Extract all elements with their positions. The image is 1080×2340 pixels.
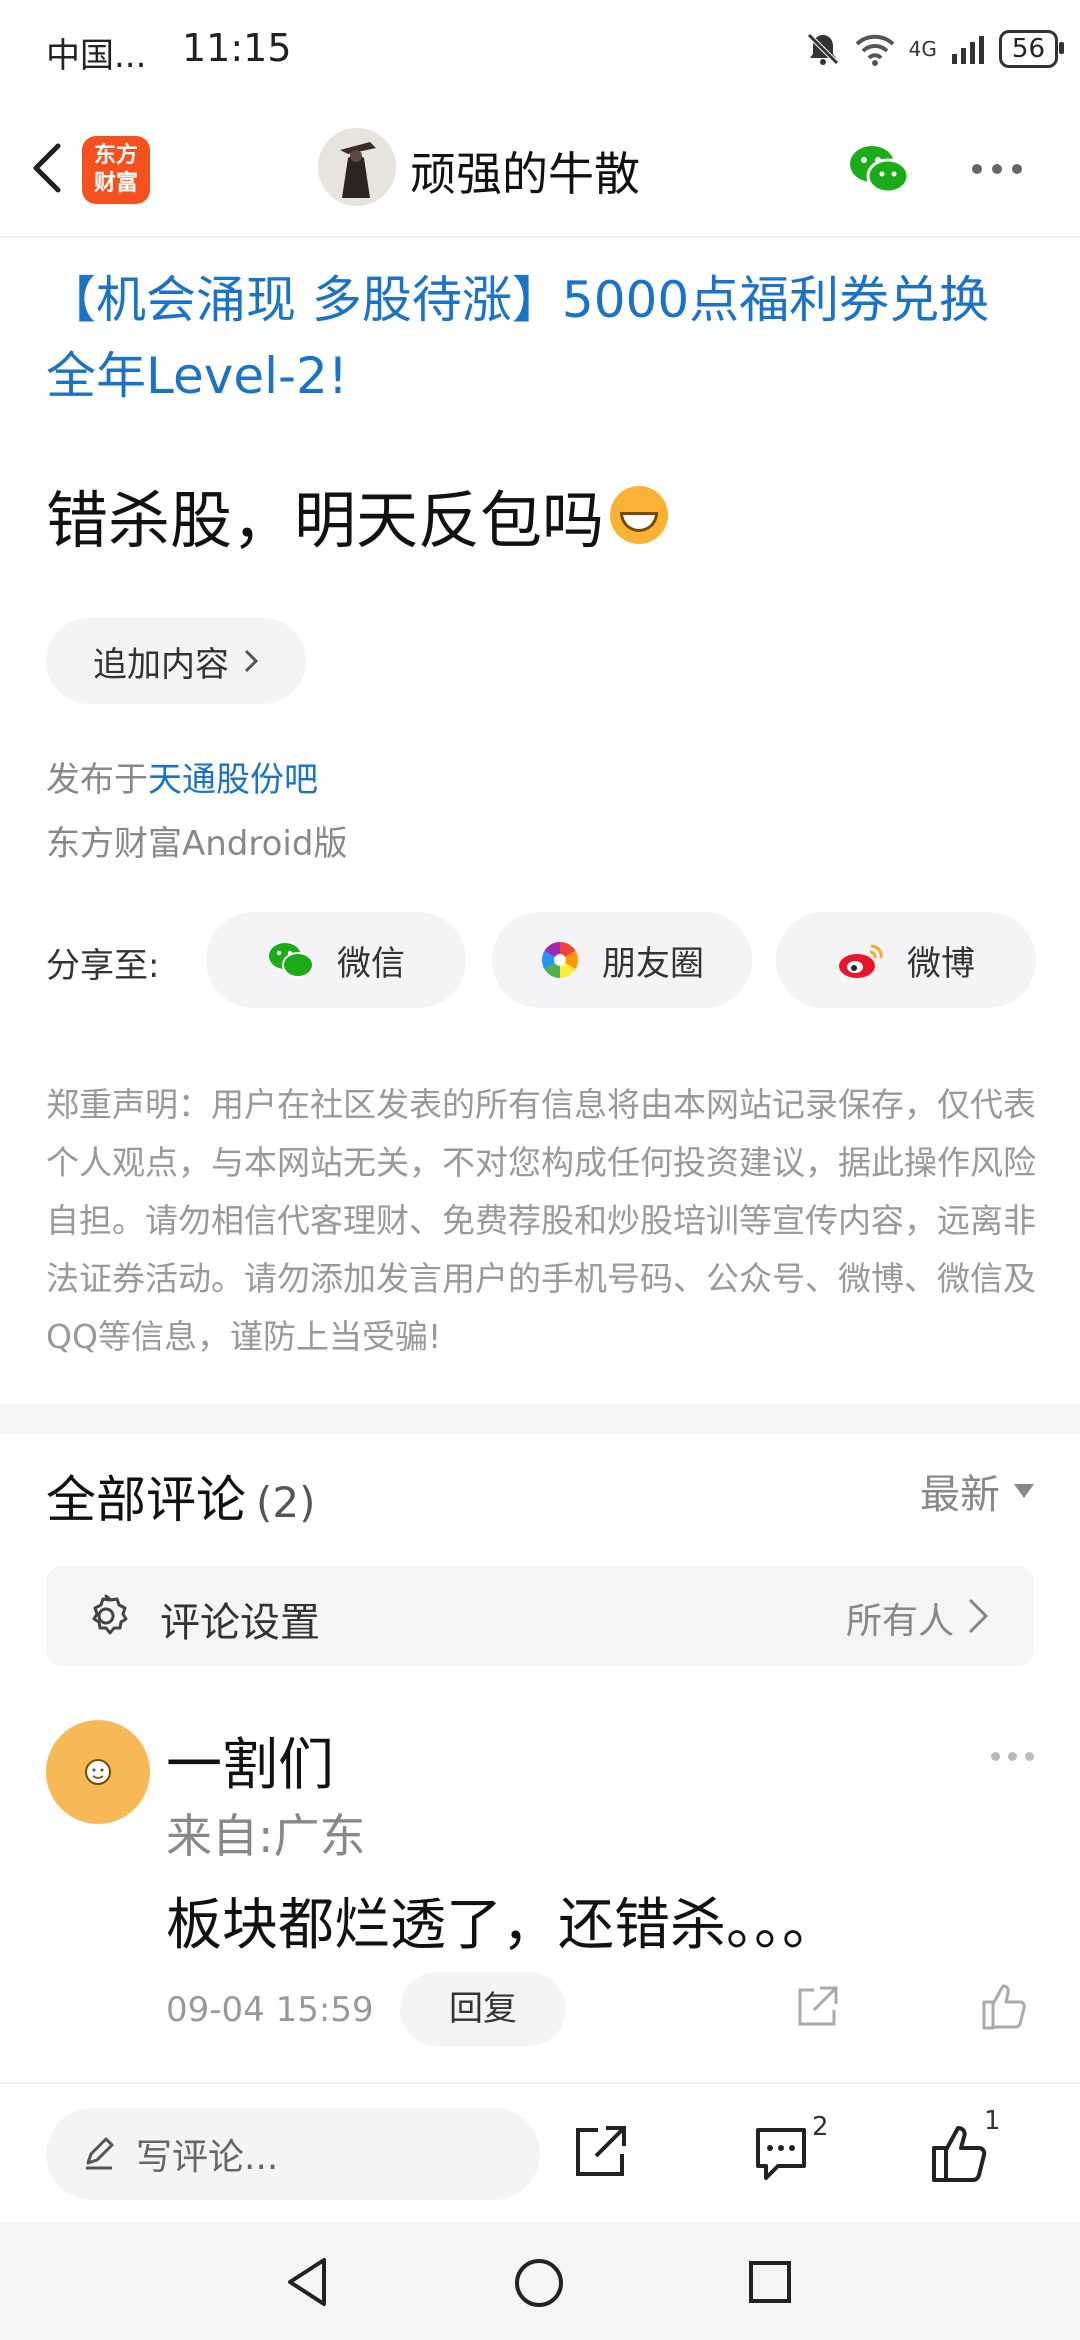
comment-settings-value: 所有人 xyxy=(845,1601,954,1642)
share-weibo-label: 微博 xyxy=(907,943,975,984)
system-nav-bar xyxy=(0,2222,1080,2340)
comment-settings-row[interactable]: 评论设置 所有人 xyxy=(46,1566,1034,1666)
chevron-right-icon xyxy=(244,649,259,673)
write-comment-input[interactable]: 写评论... xyxy=(46,2108,540,2200)
signal-icon xyxy=(951,36,984,64)
status-icons: 4G 56 xyxy=(805,30,1065,68)
post-title-text: 错杀股，明天反包吗 xyxy=(46,484,605,557)
app-header: 东方 财富 顽强的牛散 xyxy=(0,100,1080,238)
comment-text: 板块都烂透了，还错杀。。。 xyxy=(166,1893,838,1958)
comments-count: (2) xyxy=(256,1478,316,1527)
promo-link[interactable]: 【机会涌现 多股待涨】5000点福利券兑换全年Level-2! xyxy=(46,262,1036,414)
carrier-label: 中国... xyxy=(46,36,147,76)
like-button[interactable]: 1 xyxy=(928,2106,1001,2184)
network-type: 4G xyxy=(908,37,937,61)
client-info: 东方财富Android版 xyxy=(46,824,348,864)
share-weibo-button[interactable]: 微博 xyxy=(776,912,1036,1008)
battery-indicator: 56 xyxy=(998,30,1065,68)
share-moments-button[interactable]: 朋友圈 xyxy=(492,912,752,1008)
avatar-figure-icon xyxy=(318,128,396,206)
section-divider xyxy=(0,1404,1080,1434)
comment-more-icon[interactable] xyxy=(991,1752,1034,1761)
logo-text-bottom: 财富 xyxy=(93,171,138,196)
sort-dropdown[interactable]: 最新 xyxy=(920,1462,1034,1520)
clock: 11:15 xyxy=(182,26,292,70)
nav-back-icon[interactable] xyxy=(282,2254,332,2310)
chevron-right-icon xyxy=(968,1598,989,1634)
bottom-action-bar: 写评论... 2 1 xyxy=(0,2082,1080,2224)
comment-count-button[interactable]: 2 xyxy=(752,2112,829,2184)
append-content-button[interactable]: 追加内容 xyxy=(46,618,306,704)
commenter-location: 来自:广东 xyxy=(166,1809,366,1863)
published-prefix: 发布于 xyxy=(46,760,148,800)
share-label: 分享至: xyxy=(46,946,160,986)
mute-bell-icon xyxy=(806,33,839,65)
disclaimer-text: 郑重声明：用户在社区发表的所有信息将由本网站记录保存，仅代表个人观点，与本网站无… xyxy=(46,1085,1036,1356)
back-icon[interactable] xyxy=(20,138,80,198)
commenter-avatar[interactable] xyxy=(46,1720,150,1824)
share-icon[interactable] xyxy=(792,1982,842,2032)
gear-icon xyxy=(92,1594,128,1635)
more-options-icon[interactable] xyxy=(972,164,1022,174)
nav-recents-icon[interactable] xyxy=(746,2258,794,2306)
app-logo[interactable]: 东方 财富 xyxy=(82,136,150,204)
comments-header: 全部评论 (2) xyxy=(46,1460,316,1532)
grin-emoji-icon xyxy=(610,486,669,544)
forum-link[interactable]: 天通股份吧 xyxy=(148,760,318,800)
commenter-name[interactable]: 一割们 xyxy=(166,1720,334,1801)
author-avatar[interactable] xyxy=(318,128,396,206)
comments-title: 全部评论 xyxy=(46,1471,246,1529)
thumbs-up-icon[interactable] xyxy=(978,1980,1030,2032)
like-count-badge: 1 xyxy=(984,2106,1001,2136)
moments-aperture-icon xyxy=(541,942,579,978)
wechat-icon[interactable] xyxy=(848,142,910,198)
share-moments-label: 朋友圈 xyxy=(602,943,704,984)
published-in: 发布于天通股份吧 xyxy=(46,752,318,801)
nav-home-icon[interactable] xyxy=(512,2256,566,2310)
sort-label: 最新 xyxy=(920,1472,1000,1518)
dropdown-triangle-icon xyxy=(1014,1484,1034,1498)
reply-button[interactable]: 回复 xyxy=(400,1972,566,2046)
comment-count-badge: 2 xyxy=(812,2112,829,2142)
post-title: 错杀股，明天反包吗 xyxy=(46,470,669,560)
write-comment-placeholder: 写评论... xyxy=(136,2137,279,2178)
thumbs-up-icon xyxy=(932,2126,987,2182)
avatar-face-icon xyxy=(85,1759,111,1785)
comment-timestamp: 09-04 15:59 xyxy=(166,1990,374,2030)
append-content-label: 追加内容 xyxy=(93,644,229,685)
wechat-icon xyxy=(269,943,314,978)
pencil-icon xyxy=(86,2137,114,2170)
logo-text-top: 东方 xyxy=(93,143,138,168)
share-wechat-button[interactable]: 微信 xyxy=(206,912,466,1008)
weibo-icon xyxy=(839,944,883,978)
comment-bubble-icon xyxy=(756,2128,806,2180)
status-bar: 中国... 11:15 4G 56 xyxy=(0,0,1080,100)
wifi-icon xyxy=(855,34,895,66)
comment-settings-label: 评论设置 xyxy=(160,1600,320,1646)
author-name[interactable]: 顽强的牛散 xyxy=(410,138,640,204)
share-icon[interactable] xyxy=(570,2120,632,2182)
share-wechat-label: 微信 xyxy=(337,943,405,984)
